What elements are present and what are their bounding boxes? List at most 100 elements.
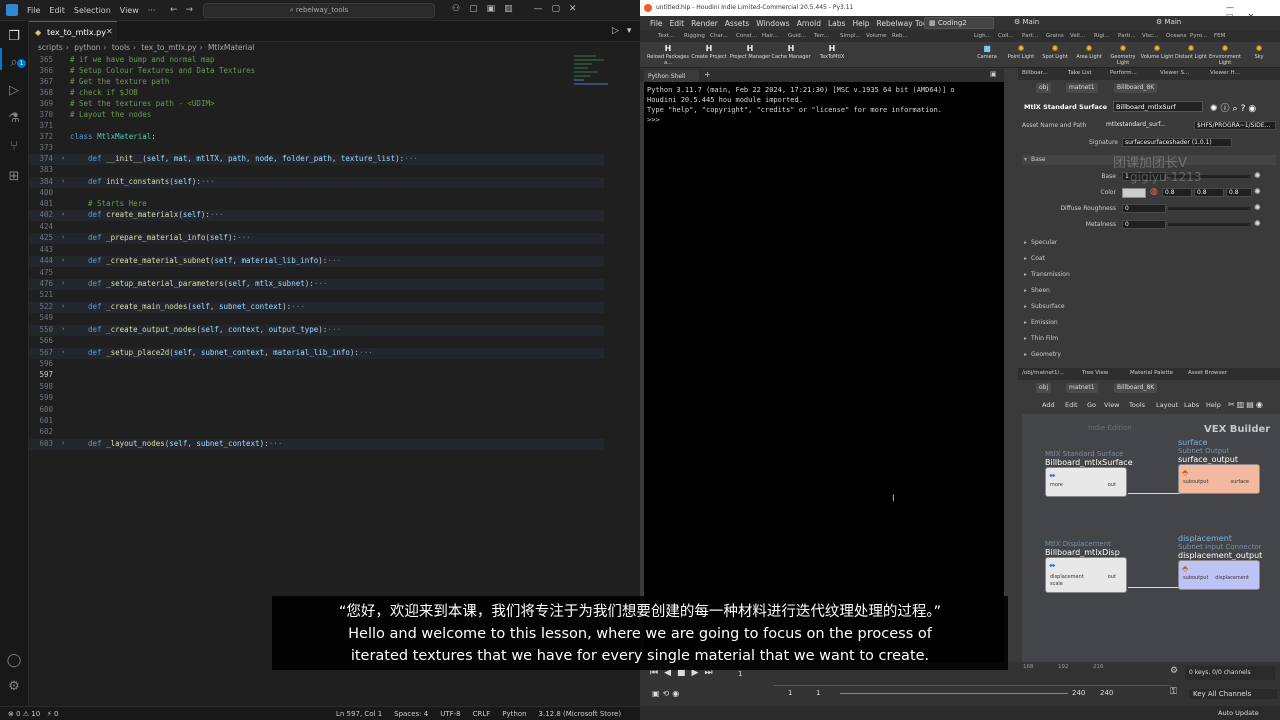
- node-body[interactable]: ⬘ suboutput surface: [1178, 464, 1260, 494]
- path-obj[interactable]: obj: [1036, 83, 1052, 93]
- fold-chevron-icon[interactable]: ›: [61, 233, 65, 241]
- shelf-tab[interactable]: Const...: [736, 33, 757, 39]
- color-swatch[interactable]: [1122, 188, 1146, 198]
- code-line[interactable]: 601: [29, 416, 604, 427]
- nmenu-view[interactable]: View: [1104, 401, 1119, 409]
- keyframe-gear-icon[interactable]: ✺: [1254, 219, 1261, 228]
- folded-ellipsis-icon[interactable]: ···: [291, 302, 305, 311]
- source-control-icon[interactable]: ⑂: [6, 139, 22, 155]
- fold-chevron-icon[interactable]: ›: [61, 210, 65, 218]
- account-icon[interactable]: ◯: [6, 653, 22, 669]
- menu-file[interactable]: File: [27, 6, 40, 15]
- fold-chevron-icon[interactable]: ›: [61, 302, 65, 310]
- folded-ellipsis-icon[interactable]: ···: [237, 233, 251, 242]
- line-ending[interactable]: CRLF: [473, 710, 491, 718]
- shelf-tab[interactable]: Rigi...: [1094, 33, 1110, 39]
- output-out[interactable]: out: [1108, 482, 1116, 488]
- code-line[interactable]: 366 # Setup Colour Textures and Data Text…: [29, 66, 604, 77]
- code-line[interactable]: 567 › def _setup_place2d(self, subnet_cont…: [29, 348, 604, 359]
- fold-chevron-icon[interactable]: ›: [61, 256, 65, 264]
- hmenu-arnold[interactable]: Arnold: [797, 19, 821, 28]
- breadcrumb-tools[interactable]: tools: [112, 43, 130, 52]
- indentation[interactable]: Spaces: 4: [394, 710, 428, 718]
- problems-status[interactable]: ⊗ 0 ⚠ 10: [8, 710, 40, 718]
- node-displacement-output[interactable]: displacement Subnet Input Connector disp…: [1178, 534, 1262, 590]
- folded-ellipsis-icon[interactable]: ···: [210, 210, 224, 219]
- node-body[interactable]: ⬌ displacement scale out: [1045, 557, 1127, 593]
- nmenu-tools[interactable]: Tools: [1129, 401, 1145, 409]
- diffuse-roughness-slider[interactable]: [1168, 207, 1250, 210]
- realtime-toggle-icons[interactable]: ▣⟲◉: [652, 689, 682, 698]
- breadcrumb-python[interactable]: python: [74, 43, 100, 52]
- code-line[interactable]: 596: [29, 359, 604, 370]
- shelf-tab[interactable]: Guid...: [788, 33, 806, 39]
- signature-select[interactable]: surfacesurfaceshader (1.0.1): [1122, 138, 1232, 147]
- pane-menu-icon[interactable]: ▣: [990, 70, 997, 78]
- shelf-tool[interactable]: ✺ Distant Light: [1174, 44, 1208, 60]
- shelf-tab[interactable]: Terr...: [814, 33, 829, 39]
- shelf-tool[interactable]: ✺ Sky: [1242, 44, 1276, 60]
- channel-gear-icon[interactable]: ⚙: [1170, 666, 1178, 676]
- path-billboard[interactable]: Billboard_8K: [1114, 83, 1158, 93]
- code-line[interactable]: 603 › def _layout_nodes(self, subnet_conte…: [29, 439, 604, 450]
- folded-ellipsis-icon[interactable]: ···: [328, 256, 342, 265]
- npath-billboard[interactable]: Billboard_8K: [1114, 383, 1158, 393]
- code-line[interactable]: 384 › def init_constants(self): ···: [29, 177, 604, 188]
- code-line[interactable]: 402 › def create_materialx(self): ···: [29, 210, 604, 221]
- section-subsurface[interactable]: ▸ Subsurface: [1024, 303, 1065, 310]
- tab-python-shell[interactable]: Python Shell: [644, 70, 699, 82]
- input-more[interactable]: more: [1050, 482, 1063, 488]
- tab-network-path[interactable]: /obj/matnet1/...: [1022, 370, 1065, 376]
- interpreter[interactable]: 3.12.8 (Microsoft Store): [539, 710, 622, 718]
- shelf-tool[interactable]: H Reload Packages a...: [646, 44, 690, 66]
- code-line[interactable]: 383: [29, 165, 604, 176]
- path-matnet[interactable]: matnet1: [1066, 83, 1098, 93]
- tab-viewer-handle[interactable]: Viewer H...: [1210, 70, 1240, 76]
- keyframe-gear-icon[interactable]: ✺: [1254, 171, 1261, 180]
- code-line[interactable]: 400: [29, 188, 604, 199]
- code-line[interactable]: 444 › def _create_material_subnet(self, ma…: [29, 256, 604, 267]
- hmenu-file[interactable]: File: [650, 19, 663, 28]
- code-line[interactable]: 597: [29, 370, 604, 381]
- encoding[interactable]: UTF-8: [440, 710, 460, 718]
- shelf-tab[interactable]: Volume: [866, 33, 886, 39]
- code-line[interactable]: 476 › def _setup_material_parameters(self,…: [29, 279, 604, 290]
- input-suboutput[interactable]: suboutput: [1183, 479, 1208, 485]
- shelf-tool[interactable]: H Create Project: [687, 44, 731, 60]
- run-debug-icon[interactable]: ▷: [6, 83, 22, 99]
- fold-chevron-icon[interactable]: ›: [61, 348, 65, 356]
- breadcrumb-class[interactable]: MtlxMaterial: [208, 43, 254, 52]
- code-line[interactable]: 373: [29, 143, 604, 154]
- menu-edit[interactable]: Edit: [49, 6, 65, 15]
- input-suboutput[interactable]: suboutput: [1183, 575, 1208, 581]
- shelf-tool[interactable]: ■ Camera: [970, 44, 1004, 60]
- code-line[interactable]: 600: [29, 405, 604, 416]
- ports-status[interactable]: ⚡ 0: [47, 710, 59, 718]
- main-select-left[interactable]: ⚙ Main: [1010, 17, 1120, 29]
- range-start-2[interactable]: 1: [816, 689, 820, 697]
- code-line[interactable]: 549: [29, 313, 604, 324]
- fold-chevron-icon[interactable]: ›: [61, 154, 65, 162]
- shelf-tab[interactable]: Grains: [1046, 33, 1064, 39]
- cursor-position[interactable]: Ln 597, Col 1: [336, 710, 382, 718]
- node-body[interactable]: ⬌ more out: [1045, 467, 1127, 497]
- shelf-tab[interactable]: Part...: [1022, 33, 1038, 39]
- npath-matnet[interactable]: matnet1: [1066, 383, 1098, 393]
- nmenu-labs[interactable]: Labs: [1184, 401, 1199, 409]
- shelf-tool[interactable]: H Project Manager: [728, 44, 772, 60]
- shelf-tool[interactable]: ✺ Environment Light: [1208, 44, 1242, 66]
- breadcrumb-file[interactable]: tex_to_mtlx.py: [141, 43, 196, 52]
- section-transmission[interactable]: ▸ Transmission: [1024, 271, 1070, 278]
- auto-update[interactable]: Auto Update: [1218, 709, 1259, 717]
- range-slider[interactable]: [840, 693, 1068, 694]
- section-coat[interactable]: ▸ Coat: [1024, 255, 1045, 262]
- shelf-tab[interactable]: Visc...: [1142, 33, 1158, 39]
- hmenu-help[interactable]: Help: [852, 19, 869, 28]
- tab-take-list[interactable]: Take List: [1068, 70, 1092, 76]
- code-line[interactable]: 370 # Layout the nodes: [29, 110, 604, 121]
- shelf-tab[interactable]: Reb...: [892, 33, 908, 39]
- input-displacement[interactable]: displacement: [1050, 574, 1084, 580]
- python-shell[interactable]: Python 3.11.7 (main, Feb 22 2024, 17:21:…: [644, 82, 1004, 664]
- color-g[interactable]: 0.8: [1194, 188, 1224, 197]
- search-panel-icon[interactable]: ⌕: [6, 55, 22, 71]
